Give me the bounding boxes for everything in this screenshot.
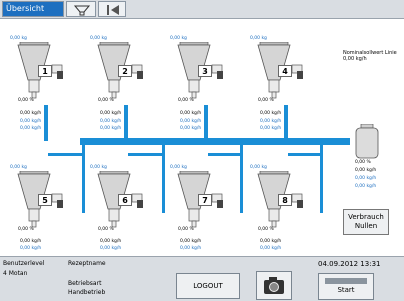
screenshot-button[interactable] [256,271,292,300]
hopper-top-weight: 0,00 kg [250,165,267,170]
hopper-rate-3: 0,00 kg/h [100,126,122,131]
container-icon [355,124,379,159]
tab-previous[interactable] [98,1,126,17]
start-indicator [325,278,367,284]
hopper-rate-3: 0,00 kg/h [260,126,282,131]
hopper-top-weight: 0,00 kg [90,165,107,170]
reset-consumption-line2: Nullen [354,222,378,230]
container-rate-1: 0,00 kg/h [355,168,377,173]
hopper-rate-2: 0,00 kg/h [20,119,42,124]
reset-consumption-button[interactable]: Verbrauch Nullen [343,209,389,235]
nominal-value: 0,00 kg/h [343,56,367,62]
hopper-number: 3 [198,65,212,77]
hopper-percent: 0,00 % [258,227,274,232]
tab-dosing-view[interactable] [66,1,96,17]
reset-consumption-line1: Verbrauch [348,213,384,221]
user-level-label: Benutzerlevel [3,260,45,267]
pipe-h-6 [128,153,164,156]
dosing-unit-icon [73,5,91,16]
date-time: 04.09.2012 13:31 [318,260,381,268]
start-button[interactable]: Start [318,273,374,300]
pipe-drop-top-1 [44,105,48,141]
hopper-rate-3: 0,00 kg/h [20,126,42,131]
arrow-left-icon [107,5,119,15]
hopper-percent: 0,00 % [178,98,194,103]
camera-icon [264,277,284,294]
hopper-rate-1: 0,00 kg/h [260,111,282,116]
hopper-rate-3: 0,00 kg/h [180,126,202,131]
hopper-rate-2: 0,00 kg/h [100,119,122,124]
hopper-top-weight: 0,00 kg [90,36,107,41]
hopper-rate-1: 0,00 kg/h [180,239,202,244]
recipe-label: Rezeptname [68,260,106,267]
container-rate-2: 0,00 kg/h [355,176,377,181]
hopper-rate-2: 0,00 kg/h [20,246,42,251]
hopper-top-weight: 0,00 kg [170,165,187,170]
hopper-rate-1: 0,00 kg/h [100,239,122,244]
logout-button[interactable]: LOGOUT [176,273,240,299]
start-label: Start [337,286,355,294]
hopper-top-weight: 0,00 kg [10,165,27,170]
main-pipe [80,138,350,145]
pipe-drop-top-4 [284,105,288,141]
hopper-rate-1: 0,00 kg/h [100,111,122,116]
hopper-number: 4 [278,65,292,77]
hopper-percent: 0,00 % [18,227,34,232]
hopper-number: 2 [118,65,132,77]
hopper-percent: 0,00 % [98,227,114,232]
hopper-top-weight: 0,00 kg [10,36,27,41]
pipe-drop-top-3 [204,105,208,141]
hopper-rate-1: 0,00 kg/h [20,239,42,244]
hopper-rate-2: 0,00 kg/h [260,246,282,251]
pipe-h-7 [208,153,242,156]
pipe-h-5 [48,153,84,156]
tab-bar: Übersicht [0,0,404,19]
pipe-h-8 [288,153,322,156]
hopper-number: 5 [38,194,52,206]
hopper-percent: 0,00 % [258,98,274,103]
hopper-rate-1: 0,00 kg/h [260,239,282,244]
hopper-number: 7 [198,194,212,206]
hopper-top-weight: 0,00 kg [250,36,267,41]
tab-uebersicht[interactable]: Übersicht [2,1,64,17]
hopper-rate-1: 0,00 kg/h [180,111,202,116]
hopper-rate-2: 0,00 kg/h [260,119,282,124]
status-bar: Benutzerlevel 4 Motan Rezeptname Betrieb… [0,256,404,301]
mode-value: Handbetrieb [68,289,106,296]
container-rate-3: 0,00 kg/h [355,184,377,189]
container-percent: 0,00 % [355,160,371,165]
hopper-rate-2: 0,00 kg/h [180,119,202,124]
pipe-drop-top-2 [124,105,128,141]
hopper-number: 8 [278,194,292,206]
user-level-value: 4 Motan [3,270,28,277]
hopper-rate-2: 0,00 kg/h [180,246,202,251]
hopper-number: 1 [38,65,52,77]
hopper-number: 6 [118,194,132,206]
nominal-setpoint: Nominalsollwert Linie 0,00 kg/h [343,50,397,62]
overview-panel: Nominalsollwert Linie 0,00 kg/h 0,00 kg … [0,19,404,256]
hopper-rate-1: 0,00 kg/h [20,111,42,116]
hopper-rate-2: 0,00 kg/h [100,246,122,251]
hopper-top-weight: 0,00 kg [170,36,187,41]
hopper-percent: 0,00 % [98,98,114,103]
mode-label: Betriebsart [68,280,102,287]
hopper-percent: 0,00 % [178,227,194,232]
hopper-percent: 0,00 % [18,98,34,103]
